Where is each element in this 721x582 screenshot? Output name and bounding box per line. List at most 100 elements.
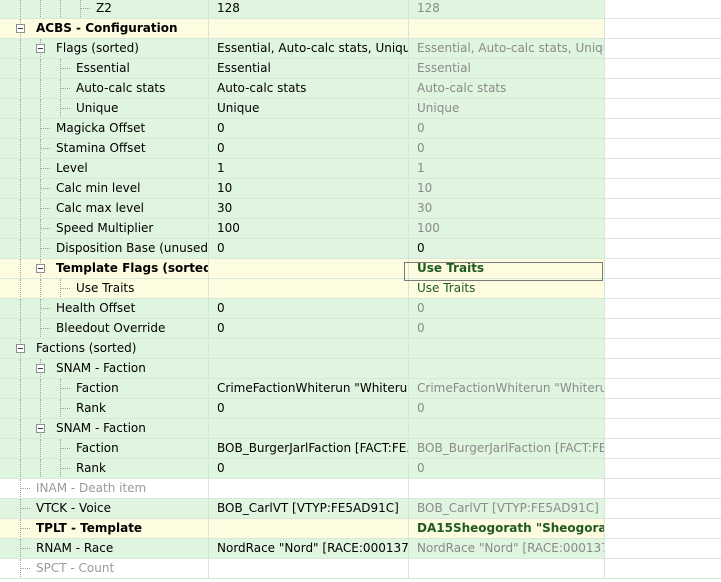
tree-row-acbs-configuration[interactable]: ACBS - Configuration: [0, 19, 721, 39]
record-value-cell[interactable]: NordRace "Nord" [RACE:0001374...: [208, 539, 408, 558]
tree-row-vtck-voice[interactable]: VTCK - Voice BOB_CarlVT [VTYP:FE5AD91C] BO…: [0, 499, 721, 519]
tree-row-auto-calc-stats[interactable]: Auto-calc stats Auto-calc stats Auto-calc …: [0, 79, 721, 99]
override-value-cell[interactable]: 30: [408, 199, 604, 218]
record-value-cell[interactable]: 0: [208, 299, 408, 318]
tree-row-disposition-base-unused[interactable]: Disposition Base (unused) 0 0: [0, 239, 721, 259]
tree-row-rnam-race[interactable]: RNAM - Race NordRace "Nord" [RACE:0001374…: [0, 539, 721, 559]
element-name-cell[interactable]: RNAM - Race: [0, 539, 208, 558]
override-value-cell[interactable]: BOB_BurgerJarlFaction [FACT:FE...: [408, 439, 604, 458]
override-value-cell[interactable]: Unique: [408, 99, 604, 118]
record-value-cell[interactable]: 10: [208, 179, 408, 198]
element-name-cell[interactable]: Flags (sorted): [0, 39, 208, 58]
element-name-cell[interactable]: SPCT - Count: [0, 559, 208, 578]
collapse-toggle-icon[interactable]: [36, 264, 45, 273]
record-value-cell[interactable]: 1: [208, 159, 408, 178]
collapse-toggle-icon[interactable]: [16, 344, 25, 353]
collapse-toggle-icon[interactable]: [36, 424, 45, 433]
override-value-cell[interactable]: 128: [408, 0, 604, 18]
record-value-cell[interactable]: 0: [208, 139, 408, 158]
override-value-cell[interactable]: DA15Sheogorath "Sheogorath...: [408, 519, 604, 538]
tree-row-snam-faction[interactable]: SNAM - Faction: [0, 359, 721, 379]
collapse-toggle-icon[interactable]: [36, 364, 45, 373]
record-value-cell[interactable]: 0: [208, 399, 408, 418]
tree-row-unique[interactable]: Unique Unique Unique: [0, 99, 721, 119]
tree-row-use-traits[interactable]: Use Traits Use Traits: [0, 279, 721, 299]
tree-row-rank[interactable]: Rank 0 0: [0, 459, 721, 479]
tree-row-faction[interactable]: Faction BOB_BurgerJarlFaction [FACT:FE...…: [0, 439, 721, 459]
record-value-cell[interactable]: [208, 419, 408, 438]
element-name-cell[interactable]: Rank: [0, 399, 208, 418]
override-value-cell[interactable]: [408, 419, 604, 438]
element-name-cell[interactable]: SNAM - Faction: [0, 359, 208, 378]
tree-row-spct-count[interactable]: SPCT - Count: [0, 559, 721, 579]
override-value-cell[interactable]: [408, 479, 604, 498]
record-value-cell[interactable]: BOB_BurgerJarlFaction [FACT:FE...: [208, 439, 408, 458]
element-name-cell[interactable]: VTCK - Voice: [0, 499, 208, 518]
override-value-cell[interactable]: [408, 19, 604, 38]
tree-row-magicka-offset[interactable]: Magicka Offset 0 0: [0, 119, 721, 139]
tree-row-factions-sorted[interactable]: Factions (sorted): [0, 339, 721, 359]
override-value-cell[interactable]: 0: [408, 139, 604, 158]
override-value-cell[interactable]: Auto-calc stats: [408, 79, 604, 98]
record-value-cell[interactable]: 100: [208, 219, 408, 238]
override-value-cell[interactable]: 0: [408, 299, 604, 318]
record-value-cell[interactable]: Auto-calc stats: [208, 79, 408, 98]
tree-row-faction[interactable]: Faction CrimeFactionWhiterun "Whiteru... C…: [0, 379, 721, 399]
tree-row-flags-sorted[interactable]: Flags (sorted) Essential, Auto-calc stats…: [0, 39, 721, 59]
record-value-cell[interactable]: [208, 519, 408, 538]
record-value-cell[interactable]: [208, 339, 408, 358]
tree-row-level[interactable]: Level 1 1: [0, 159, 721, 179]
override-value-cell[interactable]: 0: [408, 399, 604, 418]
tree-row-calc-max-level[interactable]: Calc max level 30 30: [0, 199, 721, 219]
element-name-cell[interactable]: Calc min level: [0, 179, 208, 198]
record-value-cell[interactable]: [208, 19, 408, 38]
record-value-cell[interactable]: [208, 259, 408, 278]
override-value-cell[interactable]: [408, 359, 604, 378]
element-name-cell[interactable]: Rank: [0, 459, 208, 478]
tree-row-bleedout-override[interactable]: Bleedout Override 0 0: [0, 319, 721, 339]
tree-row-inam-death-item[interactable]: INAM - Death item: [0, 479, 721, 499]
tree-row-template-flags-sorted[interactable]: Template Flags (sorted) Use Traits: [0, 259, 721, 279]
override-value-cell[interactable]: 0: [408, 459, 604, 478]
record-value-cell[interactable]: CrimeFactionWhiterun "Whiteru...: [208, 379, 408, 398]
element-name-cell[interactable]: INAM - Death item: [0, 479, 208, 498]
override-value-cell[interactable]: Essential, Auto-calc stats, Unique: [408, 39, 604, 58]
element-name-cell[interactable]: Calc max level: [0, 199, 208, 218]
override-value-cell[interactable]: 0: [408, 239, 604, 258]
tree-row-tplt-template[interactable]: TPLT - Template DA15Sheogorath "Sheogorat…: [0, 519, 721, 539]
element-name-cell[interactable]: Disposition Base (unused): [0, 239, 208, 258]
override-value-cell[interactable]: 0: [408, 319, 604, 338]
element-name-cell[interactable]: Stamina Offset: [0, 139, 208, 158]
override-value-cell[interactable]: 10: [408, 179, 604, 198]
record-value-cell[interactable]: BOB_CarlVT [VTYP:FE5AD91C]: [208, 499, 408, 518]
record-value-cell[interactable]: [208, 559, 408, 578]
record-value-cell[interactable]: 0: [208, 319, 408, 338]
element-name-cell[interactable]: Magicka Offset: [0, 119, 208, 138]
tree-row-speed-multiplier[interactable]: Speed Multiplier 100 100: [0, 219, 721, 239]
record-value-cell[interactable]: Essential, Auto-calc stats, Unique: [208, 39, 408, 58]
record-value-cell[interactable]: 0: [208, 459, 408, 478]
element-name-cell[interactable]: Auto-calc stats: [0, 79, 208, 98]
record-value-cell[interactable]: [208, 279, 408, 298]
override-value-cell[interactable]: CrimeFactionWhiterun "Whiteru...: [408, 379, 604, 398]
tree-row-stamina-offset[interactable]: Stamina Offset 0 0: [0, 139, 721, 159]
tree-row-z2[interactable]: Z2 128 128: [0, 0, 721, 19]
element-name-cell[interactable]: Bleedout Override: [0, 319, 208, 338]
element-name-cell[interactable]: TPLT - Template: [0, 519, 208, 538]
override-value-cell[interactable]: Use Traits: [408, 279, 604, 298]
override-value-cell[interactable]: BOB_CarlVT [VTYP:FE5AD91C]: [408, 499, 604, 518]
record-value-cell[interactable]: [208, 479, 408, 498]
override-value-cell[interactable]: [408, 339, 604, 358]
element-name-cell[interactable]: Z2: [0, 0, 208, 18]
element-name-cell[interactable]: Speed Multiplier: [0, 219, 208, 238]
record-value-cell[interactable]: 128: [208, 0, 408, 18]
element-name-cell[interactable]: Faction: [0, 439, 208, 458]
override-value-cell[interactable]: 1: [408, 159, 604, 178]
override-value-cell[interactable]: 0: [408, 119, 604, 138]
record-value-cell[interactable]: 0: [208, 239, 408, 258]
element-name-cell[interactable]: Faction: [0, 379, 208, 398]
tree-row-rank[interactable]: Rank 0 0: [0, 399, 721, 419]
record-tree-view[interactable]: Z2 128 128 ACBS - Configuration Flags (sorte…: [0, 0, 721, 582]
record-value-cell[interactable]: 30: [208, 199, 408, 218]
record-value-cell[interactable]: 0: [208, 119, 408, 138]
